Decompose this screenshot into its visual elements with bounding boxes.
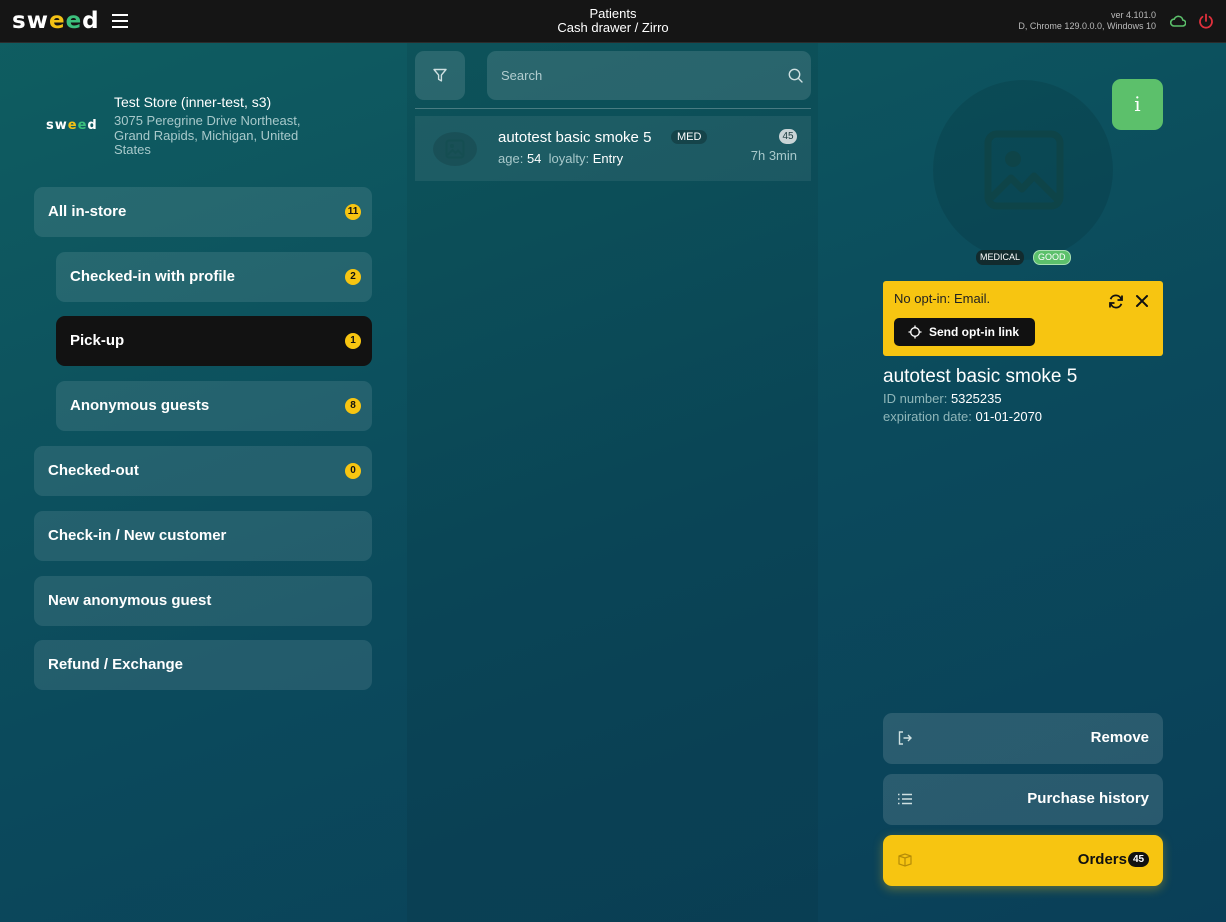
nav-check-in-new-customer[interactable]: Check-in / New customer	[34, 511, 372, 561]
search-box	[487, 51, 811, 100]
top-bar: sweed Patients Cash drawer / Zirro ver 4…	[0, 0, 1226, 43]
filter-icon	[433, 68, 447, 82]
store-name: Test Store (inner-test, s3)	[114, 94, 272, 110]
patient-detail-name: autotest basic smoke 5	[883, 366, 1078, 387]
nav-label: Refund / Exchange	[48, 656, 184, 673]
patient-photo	[933, 80, 1113, 260]
nav-label: New anonymous guest	[48, 592, 212, 609]
search-input[interactable]	[487, 51, 777, 100]
nav-label: Anonymous guests	[70, 397, 210, 414]
orders-button[interactable]: Orders 45	[883, 835, 1163, 886]
image-placeholder-icon	[445, 139, 465, 159]
nav-refund-exchange[interactable]: Refund / Exchange	[34, 640, 372, 690]
purchase-history-label: Purchase history	[1027, 790, 1149, 807]
list-divider	[415, 108, 811, 109]
patient-name: autotest basic smoke 5	[498, 129, 652, 146]
nav-label: Pick-up	[70, 332, 125, 349]
power-icon[interactable]	[1198, 13, 1214, 29]
page-subtitle: Cash drawer / Zirro	[557, 20, 669, 35]
id-value: 5325235	[950, 391, 1002, 406]
orders-label: Orders	[1077, 851, 1127, 868]
environment-text: D, Chrome 129.0.0.0, Windows 10	[1018, 21, 1156, 31]
patient-avatar	[433, 132, 477, 166]
filter-button[interactable]	[415, 51, 465, 100]
nav-label: Checked-in with profile	[70, 268, 236, 285]
nav-checked-out[interactable]: Checked-out 0	[34, 446, 372, 496]
expiration-label: expiration date:	[883, 409, 972, 424]
id-number-line: ID number: 5325235	[883, 391, 1002, 406]
remove-button[interactable]: Remove	[883, 713, 1163, 764]
cloud-sync-icon	[1170, 15, 1186, 27]
nav-new-anonymous-guest[interactable]: New anonymous guest	[34, 576, 372, 626]
logout-icon	[898, 731, 912, 745]
close-icon[interactable]	[1135, 294, 1149, 308]
version-text: ver 4.101.0	[1110, 10, 1156, 20]
patient-card[interactable]: autotest basic smoke 5 MED age: 54 loyal…	[415, 116, 811, 181]
expiration-line: expiration date: 01-01-2070	[883, 409, 1042, 424]
count-badge: 8	[345, 398, 361, 414]
count-badge: 0	[345, 463, 361, 479]
nav-checked-in-with-profile[interactable]: Checked-in with profile 2	[56, 252, 372, 302]
optin-message: No opt-in: Email.	[894, 291, 991, 306]
id-label: ID number:	[883, 391, 948, 406]
count-badge: 1	[345, 333, 361, 349]
patient-meta: age: 54 loyalty: Entry	[498, 151, 623, 166]
patient-type-badge: MED	[671, 130, 708, 144]
app-logo[interactable]: sweed	[12, 8, 100, 34]
image-placeholder-icon	[984, 130, 1064, 210]
loyalty-value: Entry	[592, 151, 624, 166]
page-title-text: Patients	[589, 6, 637, 21]
orders-count-badge: 45	[1128, 852, 1149, 867]
nav-label: Check-in / New customer	[48, 527, 227, 544]
page-title: Patients Cash drawer / Zirro	[513, 7, 713, 35]
age-value: 54	[526, 151, 542, 166]
nav-label: Checked-out	[48, 462, 139, 479]
nav-anonymous-guests[interactable]: Anonymous guests 8	[56, 381, 372, 431]
nav-label: All in-store	[48, 203, 127, 220]
medical-tag: MEDICAL	[976, 250, 1025, 265]
nav-pick-up[interactable]: Pick-up 1	[56, 316, 372, 366]
count-badge: 2	[345, 269, 361, 285]
purchase-history-button[interactable]: Purchase history	[883, 774, 1163, 825]
optin-alert: No opt-in: Email. Send opt-in link	[883, 281, 1163, 356]
count-badge: 11	[345, 204, 361, 220]
search-icon[interactable]	[788, 68, 803, 83]
box-icon	[898, 853, 912, 867]
remove-label: Remove	[1090, 729, 1149, 746]
info-button[interactable]: i	[1112, 79, 1163, 130]
send-optin-label: Send opt-in link	[929, 325, 1019, 339]
hamburger-menu-icon[interactable]	[112, 14, 128, 28]
store-address: 3075 Peregrine Drive Northeast, Grand Ra…	[114, 113, 301, 157]
store-logo: sweed	[46, 118, 98, 133]
nav-all-in-store[interactable]: All in-store 11	[34, 187, 372, 237]
list-icon	[898, 793, 912, 805]
refresh-icon[interactable]	[1108, 294, 1124, 309]
send-optin-link-button[interactable]: Send opt-in link	[894, 318, 1035, 346]
version-info: ver 4.101.0 D, Chrome 129.0.0.0, Windows…	[1018, 10, 1156, 32]
expiration-value: 01-01-2070	[975, 409, 1043, 424]
age-label: age:	[498, 151, 524, 166]
patient-order-count: 45	[779, 129, 797, 144]
loyalty-label: loyalty:	[548, 151, 590, 166]
crosshair-icon	[908, 325, 922, 339]
status-good-tag: GOOD	[1033, 250, 1071, 265]
patient-wait-time: 7h 3min	[750, 148, 797, 163]
